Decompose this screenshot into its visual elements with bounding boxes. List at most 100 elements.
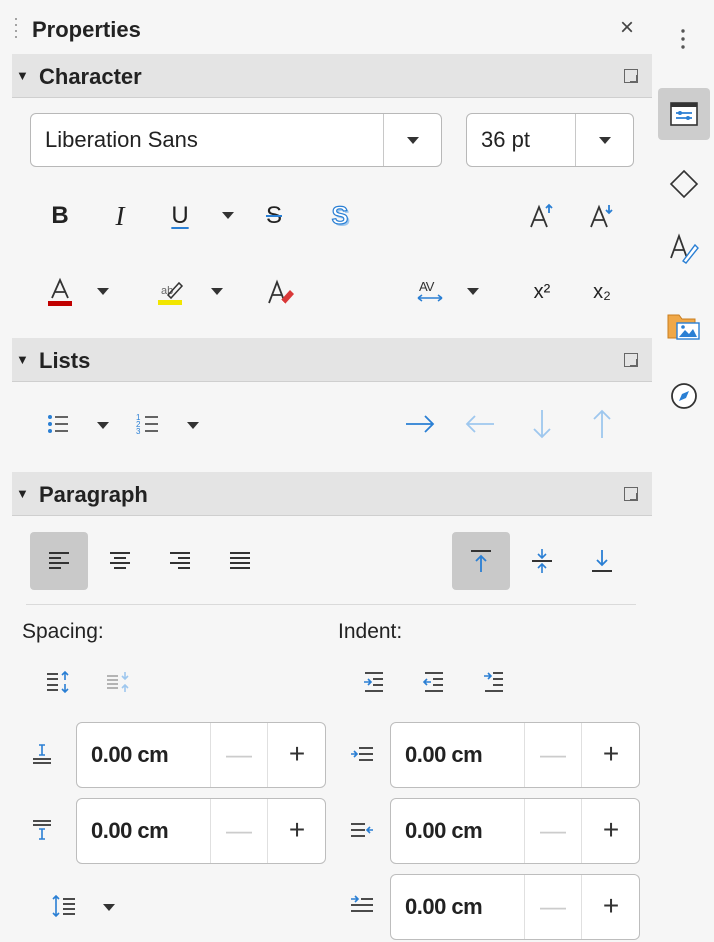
tab-shapes[interactable] <box>658 158 710 210</box>
increase-indent-icon <box>364 672 383 692</box>
increase-indent-button[interactable] <box>352 660 396 704</box>
tabbar-menu-icon[interactable] <box>680 28 686 55</box>
italic-button[interactable]: I <box>98 194 142 238</box>
above-paragraph-spacing-icon <box>33 744 51 764</box>
above-spacing-icon-holder <box>20 732 64 776</box>
above-spacing-value[interactable]: 0.00 cm <box>91 742 169 768</box>
after-indent-field[interactable]: 0.00 cm — + <box>390 798 640 864</box>
collapse-arrow-icon: ▼ <box>16 486 29 501</box>
increase-font-size-button[interactable] <box>520 194 564 238</box>
strikethrough-button[interactable]: S <box>252 194 296 238</box>
decrement-button[interactable]: — <box>210 799 268 863</box>
arrow-down-icon <box>533 410 551 439</box>
chevron-down-icon[interactable] <box>383 114 441 166</box>
gallery-icon <box>667 314 700 340</box>
first-line-indent-value[interactable]: 0.00 cm <box>405 894 483 920</box>
grip-handle[interactable] <box>14 18 18 42</box>
increment-button[interactable]: + <box>268 723 326 787</box>
section-header-paragraph[interactable]: ▼ Paragraph <box>12 472 652 516</box>
subscript-button[interactable]: x₂ <box>580 270 624 314</box>
more-options-icon[interactable] <box>624 487 638 501</box>
increment-button[interactable]: + <box>582 875 640 939</box>
move-up-button[interactable] <box>580 402 624 446</box>
before-indent-field[interactable]: 0.00 cm — + <box>390 722 640 788</box>
tab-gallery[interactable] <box>658 300 710 352</box>
tab-styles[interactable] <box>658 222 710 274</box>
unordered-list-dropdown-arrow[interactable] <box>96 420 110 430</box>
ordered-list-button[interactable]: 1 2 3 <box>126 402 170 446</box>
align-top-button[interactable] <box>452 532 510 590</box>
increase-spacing-button[interactable] <box>36 660 80 704</box>
underline-button[interactable]: U <box>158 194 202 238</box>
grow-font-icon <box>530 203 553 228</box>
decrease-spacing-button[interactable] <box>96 660 140 704</box>
tab-properties[interactable] <box>658 88 710 140</box>
highlight-color-button[interactable]: ab <box>148 270 192 314</box>
divider <box>26 604 636 605</box>
superscript-icon: x² <box>533 280 551 303</box>
justify-button[interactable] <box>218 539 262 583</box>
align-right-button[interactable] <box>158 539 202 583</box>
below-spacing-field[interactable]: 0.00 cm — + <box>76 798 326 864</box>
before-indent-value[interactable]: 0.00 cm <box>405 742 483 768</box>
character-spacing-dropdown-arrow[interactable] <box>466 286 480 296</box>
above-spacing-field[interactable]: 0.00 cm — + <box>76 722 326 788</box>
font-color-dropdown-arrow[interactable] <box>96 286 110 296</box>
arrow-up-icon <box>593 409 611 438</box>
align-middle-button[interactable] <box>520 539 564 583</box>
increment-button[interactable]: + <box>582 723 640 787</box>
line-spacing-button[interactable] <box>42 884 86 928</box>
character-spacing-button[interactable]: AV <box>408 270 452 314</box>
clear-formatting-button[interactable] <box>258 270 302 314</box>
hanging-indent-button[interactable] <box>472 660 516 704</box>
clear-formatting-icon <box>268 279 294 305</box>
ordered-list-dropdown-arrow[interactable] <box>186 420 200 430</box>
promote-button[interactable] <box>458 402 502 446</box>
decrement-button[interactable]: — <box>524 799 582 863</box>
underline-dropdown-arrow[interactable] <box>221 210 235 220</box>
properties-icon <box>670 102 698 126</box>
highlight-dropdown-arrow[interactable] <box>210 286 224 296</box>
font-color-button[interactable] <box>38 270 82 314</box>
align-bottom-button[interactable] <box>580 539 624 583</box>
section-header-character[interactable]: ▼ Character <box>12 54 652 98</box>
increment-button[interactable]: + <box>268 799 326 863</box>
shadow-button[interactable]: S <box>318 194 362 238</box>
navigator-icon <box>671 383 697 409</box>
section-header-lists[interactable]: ▼ Lists <box>12 338 652 382</box>
bold-icon: B <box>51 202 69 229</box>
align-left-button[interactable] <box>30 532 88 590</box>
tab-navigator[interactable] <box>658 370 710 422</box>
superscript-button[interactable]: x² <box>520 270 564 314</box>
decrement-button[interactable]: — <box>524 723 582 787</box>
collapse-arrow-icon: ▼ <box>16 68 29 83</box>
panel-title: Properties <box>32 17 141 42</box>
font-name-combo[interactable]: Liberation Sans <box>30 113 442 167</box>
decrement-button[interactable]: — <box>524 875 582 939</box>
line-spacing-icon <box>52 894 75 918</box>
move-down-button[interactable] <box>520 402 564 446</box>
before-text-indent-icon <box>351 747 373 761</box>
chevron-down-icon[interactable] <box>575 114 633 166</box>
increment-button[interactable]: + <box>582 799 640 863</box>
first-line-indent-field[interactable]: 0.00 cm — + <box>390 874 640 940</box>
demote-button[interactable] <box>398 402 442 446</box>
font-size-value: 36 pt <box>481 127 530 152</box>
underline-icon: U <box>171 202 189 229</box>
decrement-button[interactable]: — <box>210 723 268 787</box>
unordered-list-button[interactable] <box>36 402 80 446</box>
close-icon[interactable]: × <box>620 16 634 40</box>
align-center-button[interactable] <box>98 539 142 583</box>
decrease-font-size-button[interactable] <box>580 194 624 238</box>
after-indent-value[interactable]: 0.00 cm <box>405 818 483 844</box>
shapes-icon <box>669 169 699 199</box>
hanging-indent-icon <box>484 672 503 692</box>
more-options-icon[interactable] <box>624 69 638 83</box>
decrease-indent-button[interactable] <box>412 660 456 704</box>
line-spacing-dropdown-arrow[interactable] <box>102 902 116 912</box>
below-spacing-value[interactable]: 0.00 cm <box>91 818 169 844</box>
more-options-icon[interactable] <box>624 353 638 367</box>
arrow-left-icon <box>465 415 494 433</box>
bold-button[interactable]: B <box>38 194 82 238</box>
font-size-combo[interactable]: 36 pt <box>466 113 634 167</box>
